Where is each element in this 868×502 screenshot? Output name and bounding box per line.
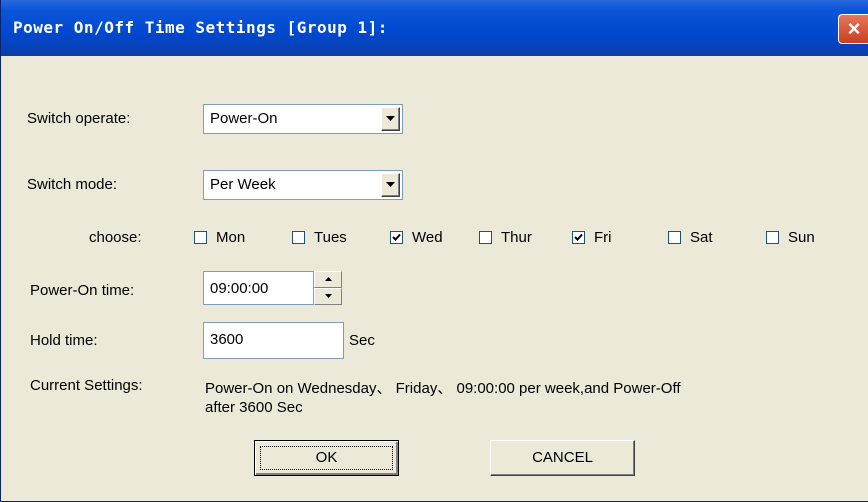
hold-time-input[interactable]: 3600 <box>203 322 344 359</box>
day-label: Tues <box>314 229 347 246</box>
cancel-button-label: CANCEL <box>532 449 593 466</box>
day-label: Sat <box>690 229 713 246</box>
switch-mode-value: Per Week <box>210 176 276 193</box>
spin-down-icon <box>325 294 332 298</box>
day-label: Thur <box>501 229 532 246</box>
checkbox-box[interactable] <box>766 231 779 244</box>
switch-mode-label: Switch mode: <box>27 176 118 193</box>
spin-down-button[interactable] <box>314 288 342 305</box>
switch-operate-select[interactable]: Power-On <box>203 104 403 134</box>
checkbox-box[interactable] <box>572 231 585 244</box>
day-label: Fri <box>594 229 612 246</box>
spin-up-button[interactable] <box>314 271 342 288</box>
power-on-time-spinner[interactable] <box>314 271 342 305</box>
current-settings-line1: Power-On on Wednesday、 Friday、 09:00:00 … <box>205 380 681 397</box>
day-label: Wed <box>412 229 443 246</box>
cancel-button[interactable]: CANCEL <box>490 440 635 476</box>
power-on-time-input[interactable]: 09:00:00 <box>203 271 314 305</box>
hold-time-label: Hold time: <box>30 332 98 349</box>
spin-up-icon <box>325 277 332 281</box>
window-title: Power On/Off Time Settings [Group 1]: <box>13 18 388 37</box>
switch-mode-dropdown-button[interactable] <box>381 173 400 197</box>
ok-button-label: OK <box>315 449 338 466</box>
checkmark-icon <box>392 233 401 241</box>
day-label: Mon <box>216 229 246 246</box>
switch-operate-dropdown-button[interactable] <box>381 107 400 131</box>
checkbox-box[interactable] <box>292 231 305 244</box>
switch-mode-select[interactable]: Per Week <box>203 170 403 200</box>
choose-label: choose: <box>89 229 142 246</box>
current-settings-line2: after 3600 Sec <box>205 399 303 416</box>
checkbox-box[interactable] <box>194 231 207 244</box>
power-settings-dialog: Power On/Off Time Settings [Group 1]: × … <box>0 0 868 502</box>
checkbox-box[interactable] <box>390 231 403 244</box>
ok-button[interactable]: OK <box>254 440 399 476</box>
close-icon: × <box>847 16 861 41</box>
hold-time-value: 3600 <box>210 331 244 348</box>
hold-time-unit: Sec <box>349 332 375 349</box>
power-on-time-value: 09:00:00 <box>210 280 269 297</box>
switch-operate-value: Power-On <box>210 110 278 127</box>
close-button[interactable]: × <box>838 14 868 44</box>
checkbox-box[interactable] <box>479 231 492 244</box>
checkmark-icon <box>574 233 583 241</box>
dropdown-arrow-icon <box>386 182 395 187</box>
dropdown-arrow-icon <box>386 116 395 121</box>
day-label: Sun <box>788 229 815 246</box>
title-bar[interactable]: Power On/Off Time Settings [Group 1]: × <box>1 0 868 56</box>
switch-operate-label: Switch operate: <box>27 110 131 127</box>
power-on-time-label: Power-On time: <box>30 282 135 299</box>
checkbox-box[interactable] <box>668 231 681 244</box>
current-settings-label: Current Settings: <box>30 377 143 394</box>
